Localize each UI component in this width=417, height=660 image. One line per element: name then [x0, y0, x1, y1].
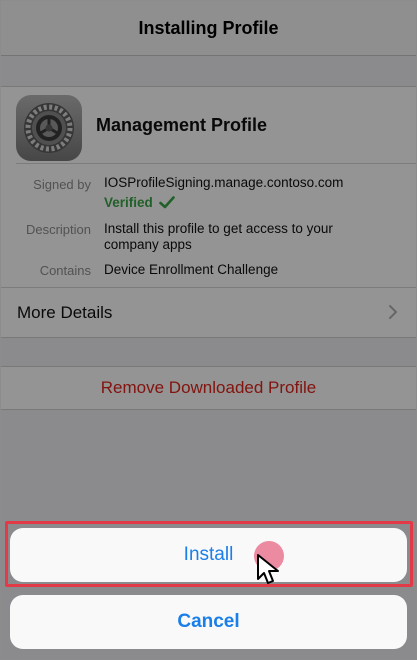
cancel-label: Cancel	[177, 611, 240, 632]
install-button[interactable]: Install	[10, 528, 407, 582]
pointer-cursor-icon	[257, 554, 279, 584]
cancel-button[interactable]: Cancel	[10, 595, 407, 649]
install-label: Install	[183, 544, 234, 565]
